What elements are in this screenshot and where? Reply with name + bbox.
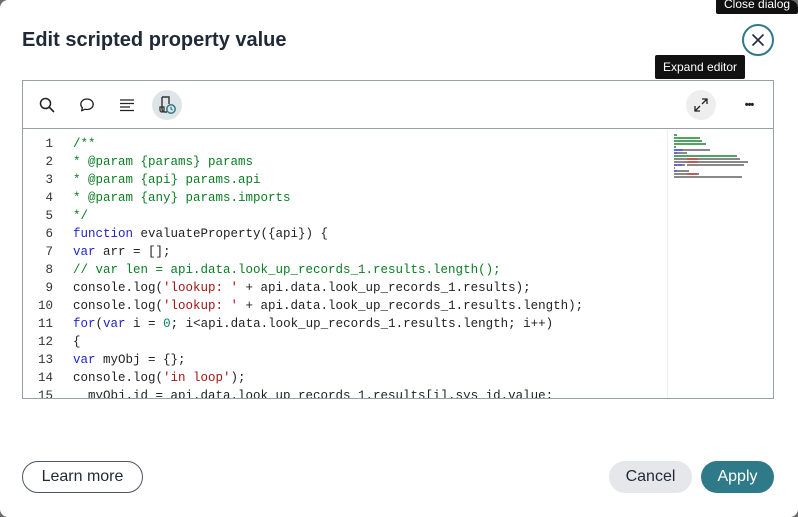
- line-number: 14: [37, 371, 53, 385]
- minimap-segment: [674, 155, 737, 157]
- minimap-segment: [687, 161, 699, 163]
- script-include-button[interactable]: [152, 90, 182, 120]
- format-icon: [120, 99, 134, 112]
- close-dialog-tooltip: Close dialog: [716, 0, 798, 14]
- minimap-segment: [687, 173, 698, 175]
- minimap-segment: [674, 137, 701, 139]
- line-number: 4: [45, 191, 53, 205]
- minimap-segment: [674, 134, 678, 136]
- code-line[interactable]: 2 * @param {params} params: [23, 153, 667, 171]
- code-text: * @param {params} params: [73, 155, 254, 169]
- code-text: console.log('lookup: ' + api.data.look_u…: [73, 299, 584, 313]
- minimap-segment: [698, 158, 740, 160]
- code-line[interactable]: 3 * @param {api} params.api: [23, 171, 667, 189]
- minimap-segment: [687, 158, 699, 160]
- minimap-segment: [674, 167, 676, 169]
- code-line[interactable]: 6 function evaluateProperty({api}) {: [23, 225, 667, 243]
- minimap-segment: [682, 149, 711, 151]
- minimap-segment: [674, 140, 702, 142]
- dialog-title: Edit scripted property value: [22, 29, 287, 51]
- editor-toolbar: •••: [23, 81, 773, 129]
- code-text: /**: [73, 137, 96, 151]
- code-text: */: [73, 209, 89, 223]
- code-text: * @param {any} params.imports: [73, 191, 291, 205]
- code-line[interactable]: 4 * @param {any} params.imports: [23, 189, 667, 207]
- minimap-segment: [674, 143, 706, 145]
- line-number: 11: [37, 317, 53, 331]
- minimap-segment: [674, 161, 688, 163]
- line-number: 15: [37, 389, 53, 399]
- search-icon: [39, 97, 55, 113]
- code-text: var arr = [];: [73, 245, 171, 259]
- code-line[interactable]: 9 console.log('lookup: ' + api.data.look_…: [23, 279, 667, 297]
- learn-more-button[interactable]: Learn more: [22, 461, 143, 493]
- line-number: 10: [37, 299, 53, 313]
- line-number: 13: [37, 353, 53, 367]
- more-icon: •••: [744, 99, 755, 111]
- code-text: * @param {api} params.api: [73, 173, 261, 187]
- code-line[interactable]: 14 console.log('in loop');: [23, 369, 667, 387]
- search-button[interactable]: [32, 90, 62, 120]
- minimap-segment: [674, 176, 743, 178]
- minimap-segment: [681, 164, 685, 166]
- line-number: 12: [37, 335, 53, 349]
- code-text: {: [73, 335, 81, 349]
- minimap-segment: [677, 152, 688, 154]
- minimap-segment: [688, 164, 745, 166]
- expand-icon: [694, 98, 708, 112]
- comment-icon: [80, 98, 94, 112]
- code-text: myObj.id = api.data.look_up_records_1.re…: [73, 389, 554, 399]
- code-line[interactable]: 5 */: [23, 207, 667, 225]
- edit-script-dialog: Edit scripted property value Close dialo…: [0, 0, 798, 517]
- code-line[interactable]: 10 console.log('lookup: ' + api.data.look…: [23, 297, 667, 315]
- line-number: 2: [45, 155, 53, 169]
- code-line[interactable]: 15 myObj.id = api.data.look_up_records_1…: [23, 387, 667, 399]
- code-text: var myObj = {};: [73, 353, 186, 367]
- code-line[interactable]: 11 for(var i = 0; i<api.data.look_up_reco…: [23, 315, 667, 333]
- code-text: function evaluateProperty({api}) {: [73, 227, 329, 241]
- code-text: console.log('in loop');: [73, 371, 246, 385]
- line-number: 6: [45, 227, 53, 241]
- format-button[interactable]: [112, 90, 142, 120]
- minimap-segment: [677, 170, 690, 172]
- code-minimap[interactable]: [667, 130, 773, 398]
- code-lines[interactable]: 1 /** 2 * @param {params} params 3 * @param {…: [23, 130, 667, 399]
- expand-editor-button[interactable]: [686, 90, 716, 120]
- minimap-segment: [674, 146, 677, 148]
- code-text: for(var i = 0; i<api.data.look_up_record…: [73, 317, 554, 331]
- cancel-button[interactable]: Cancel: [609, 461, 692, 493]
- code-line[interactable]: 13 var myObj = {};: [23, 351, 667, 369]
- line-number: 7: [45, 245, 53, 259]
- code-text: // var len = api.data.look_up_records_1.…: [73, 263, 501, 277]
- line-number: 5: [45, 209, 53, 223]
- line-number: 9: [45, 281, 53, 295]
- code-text: console.log('lookup: ' + api.data.look_u…: [73, 281, 531, 295]
- line-number: 8: [45, 263, 53, 277]
- code-line[interactable]: 7 var arr = [];: [23, 243, 667, 261]
- script-include-icon: [159, 96, 176, 114]
- code-line[interactable]: 1 /**: [23, 135, 667, 153]
- code-line[interactable]: 12 {: [23, 333, 667, 351]
- code-line[interactable]: 8 // var len = api.data.look_up_records_1…: [23, 261, 667, 279]
- minimap-segment: [674, 158, 688, 160]
- minimap-segment: [674, 149, 683, 151]
- expand-editor-tooltip: Expand editor: [655, 55, 746, 79]
- comment-button[interactable]: [72, 90, 102, 120]
- minimap-segment: [697, 173, 700, 175]
- minimap-segment: [674, 173, 688, 175]
- line-number: 3: [45, 173, 53, 187]
- close-dialog-button[interactable]: [742, 24, 774, 56]
- more-options-button[interactable]: •••: [734, 90, 764, 120]
- code-editor[interactable]: ••• 1 /** 2 * @param {params} params 3 * @par…: [22, 80, 774, 399]
- close-icon: [752, 34, 764, 46]
- line-number: 1: [45, 137, 53, 151]
- apply-button[interactable]: Apply: [701, 461, 774, 493]
- minimap-segment: [698, 161, 748, 163]
